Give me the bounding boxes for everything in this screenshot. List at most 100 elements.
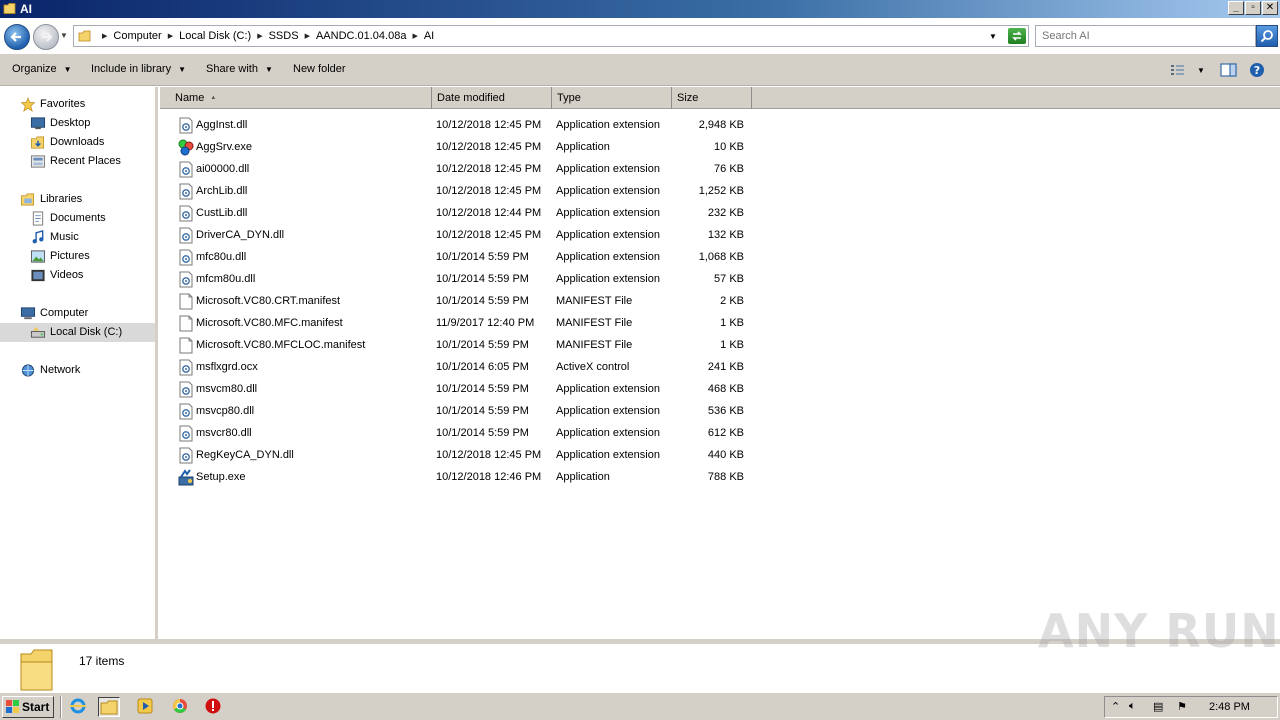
breadcrumb-separator-icon[interactable]: ▶ [412, 32, 417, 40]
preview-pane-icon[interactable] [1220, 62, 1237, 78]
search-input[interactable] [1036, 26, 1236, 46]
nav-videos[interactable]: Videos [0, 266, 155, 285]
file-row[interactable]: msvcm80.dll 10/1/2014 5:59 PM Application … [160, 379, 1280, 401]
command-bar: Organize ▼ Include in library ▼ Share with… [0, 54, 1280, 86]
file-type: Application extension [556, 273, 660, 285]
search-button[interactable] [1256, 25, 1278, 47]
file-type: Application extension [556, 185, 660, 197]
action-center-flag-icon[interactable]: ⚑ [1177, 700, 1187, 713]
file-row[interactable]: Microsoft.VC80.MFC.manifest 11/9/2017 12:… [160, 313, 1280, 335]
forward-button[interactable] [33, 24, 59, 50]
file-size: 788 KB [707, 471, 744, 483]
libraries-icon [21, 193, 34, 206]
view-options-icon[interactable] [1170, 62, 1186, 78]
dll-icon [178, 227, 194, 244]
stop-app-launcher[interactable] [203, 697, 225, 717]
breadcrumb-ai[interactable]: AI [424, 30, 434, 42]
file-name: msflxgrd.ocx [196, 361, 258, 373]
refresh-button[interactable] [1008, 28, 1026, 44]
forward-arrow-icon [42, 32, 53, 42]
file-name: msvcm80.dll [196, 383, 258, 395]
column-header-type[interactable]: Type [552, 87, 672, 109]
file-row[interactable]: AggInst.dll 10/12/2018 12:45 PM Applicatio… [160, 115, 1280, 137]
minimize-button[interactable]: _ [1228, 1, 1244, 15]
recent-pages-dropdown[interactable]: ▼ [60, 31, 68, 40]
breadcrumb-separator-icon[interactable]: ▶ [168, 32, 173, 40]
file-list-pane: Name ▲ Date modified Type Size AggInst.dl… [160, 87, 1280, 639]
nav-recent-places[interactable]: Recent Places [0, 152, 155, 171]
file-row[interactable]: mfcm80u.dll 10/1/2014 5:59 PM Application … [160, 269, 1280, 291]
media-player-launcher[interactable] [135, 697, 157, 717]
file-type: Application extension [556, 427, 660, 439]
clock[interactable]: 2:48 PM [1209, 701, 1250, 713]
file-row[interactable]: Microsoft.VC80.MFCLOC.manifest 10/1/2014 … [160, 335, 1280, 357]
file-row[interactable]: RegKeyCA_DYN.dll 10/12/2018 12:45 PM Appli… [160, 445, 1280, 467]
file-size: 76 KB [714, 163, 744, 175]
volume-icon[interactable]: 🔈︎ [1129, 700, 1136, 713]
close-button[interactable]: ✕ [1262, 1, 1278, 15]
breadcrumb-aandc[interactable]: AANDC.01.04.08a [316, 30, 407, 42]
back-button[interactable] [4, 24, 30, 50]
file-name: AggInst.dll [196, 119, 248, 131]
nav-downloads[interactable]: Downloads [0, 133, 155, 152]
dll-icon [178, 359, 194, 376]
file-row[interactable]: ArchLib.dll 10/12/2018 12:45 PM Applicatio… [160, 181, 1280, 203]
help-icon[interactable]: ? [1249, 62, 1265, 78]
nav-computer[interactable]: Computer [0, 304, 155, 323]
nav-music[interactable]: Music [0, 228, 155, 247]
breadcrumb-separator-icon[interactable]: ▶ [305, 32, 310, 40]
file-row[interactable]: msflxgrd.ocx 10/1/2014 6:05 PM ActiveX con… [160, 357, 1280, 379]
dll-icon [178, 161, 194, 178]
file-row[interactable]: ai00000.dll 10/12/2018 12:45 PM Applicatio… [160, 159, 1280, 181]
file-type: Application extension [556, 383, 660, 395]
nav-favorites[interactable]: Favorites [0, 95, 155, 114]
view-dropdown-icon[interactable]: ▼ [1197, 66, 1205, 75]
share-with-menu[interactable]: Share with ▼ [206, 63, 273, 75]
file-size: 536 KB [707, 405, 744, 417]
address-bar[interactable]: ▶ Computer ▶ Local Disk (C:) ▶ SSDS ▶ AA… [73, 25, 1029, 47]
show-hidden-icons-icon[interactable]: ⌃ [1111, 700, 1120, 713]
start-button[interactable]: Start [2, 696, 54, 718]
organize-menu[interactable]: Organize ▼ [12, 63, 72, 75]
column-header-date[interactable]: Date modified [432, 87, 552, 109]
new-folder-button[interactable]: New folder [293, 63, 346, 75]
column-header-size[interactable]: Size [672, 87, 752, 109]
file-name: mfcm80u.dll [196, 273, 256, 285]
network-icon [21, 364, 35, 377]
nav-libraries[interactable]: Libraries [0, 190, 155, 209]
watermark: ANY RUN [1038, 604, 1280, 658]
breadcrumb-separator-icon[interactable]: ▶ [257, 32, 262, 40]
column-header-name[interactable]: Name ▲ [170, 87, 432, 109]
maximize-button[interactable]: ▫ [1245, 1, 1261, 15]
file-row[interactable]: mfc80u.dll 10/1/2014 5:59 PM Application e… [160, 247, 1280, 269]
breadcrumb-computer[interactable]: Computer [113, 30, 161, 42]
file-row[interactable]: DriverCA_DYN.dll 10/12/2018 12:45 PM Appli… [160, 225, 1280, 247]
file-type: Application [556, 141, 610, 153]
file-row[interactable]: CustLib.dll 10/12/2018 12:44 PM Applicatio… [160, 203, 1280, 225]
include-in-library-menu[interactable]: Include in library ▼ [91, 63, 186, 75]
file-row[interactable]: msvcr80.dll 10/1/2014 5:59 PM Application … [160, 423, 1280, 445]
file-date-modified: 10/1/2014 5:59 PM [436, 295, 529, 307]
nav-desktop[interactable]: Desktop [0, 114, 155, 133]
file-date-modified: 10/1/2014 5:59 PM [436, 405, 529, 417]
breadcrumb-ssds[interactable]: SSDS [269, 30, 299, 42]
chrome-launcher[interactable] [170, 697, 192, 717]
file-row[interactable]: Microsoft.VC80.CRT.manifest 10/1/2014 5:5… [160, 291, 1280, 313]
network-tray-icon[interactable]: ▤ [1153, 700, 1163, 713]
search-box[interactable] [1035, 25, 1256, 47]
include-in-library-label: Include in library [91, 63, 172, 75]
file-row[interactable]: Setup.exe 10/12/2018 12:46 PM Application 7… [160, 467, 1280, 489]
file-type: MANIFEST File [556, 339, 633, 351]
address-history-dropdown[interactable]: ▼ [989, 32, 997, 41]
nav-network[interactable]: Network [0, 361, 155, 380]
file-row[interactable]: AggSrv.exe 10/12/2018 12:45 PM Application… [160, 137, 1280, 159]
nav-documents[interactable]: Documents [0, 209, 155, 228]
nav-pictures[interactable]: Pictures [0, 247, 155, 266]
explorer-launcher[interactable] [98, 697, 120, 717]
nav-local-disk[interactable]: Local Disk (C:) [0, 323, 155, 342]
file-row[interactable]: msvcp80.dll 10/1/2014 5:59 PM Application … [160, 401, 1280, 423]
breadcrumb-local-disk[interactable]: Local Disk (C:) [179, 30, 251, 42]
breadcrumb-separator-icon[interactable]: ▶ [102, 32, 107, 40]
drive-icon [30, 326, 46, 338]
internet-explorer-launcher[interactable] [68, 697, 90, 717]
